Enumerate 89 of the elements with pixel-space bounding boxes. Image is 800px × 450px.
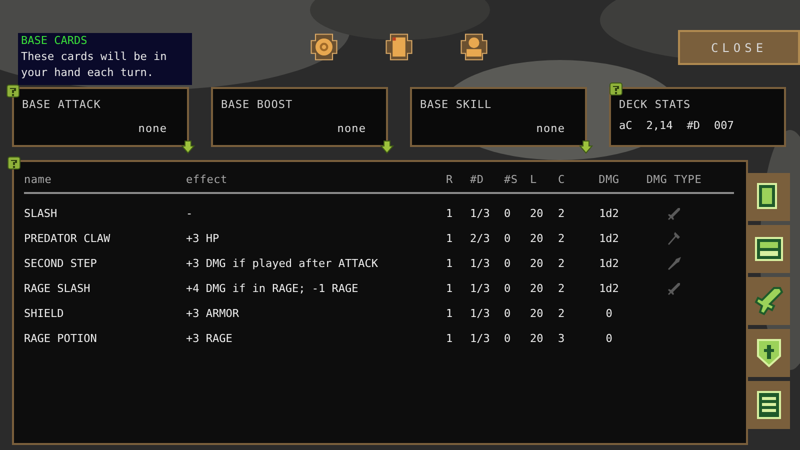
column-header: #S xyxy=(504,172,519,188)
hammer-icon xyxy=(666,231,682,247)
table-cell-text: 0 xyxy=(504,256,512,272)
slot-label: BASE BOOST xyxy=(221,97,294,113)
spear-icon xyxy=(666,256,682,272)
table-cell-text: 0 xyxy=(504,230,512,247)
table-cell-text: 20 xyxy=(530,280,544,297)
table-cell-text: 2 xyxy=(558,256,566,272)
deck-stat-text: aC xyxy=(619,118,632,134)
deck-stat-text: #D xyxy=(686,118,700,134)
sword-icon xyxy=(666,281,682,297)
table-cell-text: 1/3 xyxy=(470,330,491,347)
column-header: R xyxy=(446,172,454,188)
table-cell-text: 1/3 xyxy=(470,280,491,297)
help-icon[interactable] xyxy=(6,84,20,98)
deck-stat-text: 2,14 xyxy=(646,118,673,134)
tooltip-title: BASE CARDS xyxy=(21,33,88,49)
slot-value: none xyxy=(337,120,366,136)
deck-stats-title: DECK STATS xyxy=(619,97,692,113)
table-cell-text: 2/3 xyxy=(470,230,491,247)
table-cell-text: 1 xyxy=(446,230,454,247)
help-icon[interactable] xyxy=(609,82,623,96)
table-cell-text: 1/3 xyxy=(470,256,491,272)
table-cell-text: +3 RAGE xyxy=(186,330,234,347)
table-cell-text: 1d2 xyxy=(598,256,620,272)
slot-label: BASE SKILL xyxy=(420,97,493,113)
side-tab[interactable] xyxy=(748,381,790,429)
table-cell-text: 0 xyxy=(504,206,512,222)
slot-value: none xyxy=(138,120,167,136)
table-cell-text: 20 xyxy=(530,256,544,272)
table-cell-text: RAGE SLASH xyxy=(24,280,92,297)
table-cell-text: PREDATOR CLAW xyxy=(24,230,112,247)
table-cell-text: 0 xyxy=(504,280,512,297)
slot-label: BASE ATTACK xyxy=(22,97,102,113)
table-cell-text: +4 DMG if in RAGE; -1 RAGE xyxy=(186,280,360,297)
table-cell-text: SHIELD xyxy=(24,306,65,322)
down-arrow-icon[interactable] xyxy=(380,140,394,154)
table-cell-text: 1/3 xyxy=(470,206,491,222)
side-tab[interactable] xyxy=(748,329,790,377)
sword-icon xyxy=(666,206,682,222)
table-cell-text: 2 xyxy=(558,306,566,322)
table-cell-text: 2 xyxy=(558,206,566,222)
column-header: L xyxy=(530,172,538,188)
base-card-slot[interactable]: BASE BOOST none xyxy=(211,87,388,147)
table-cell-text: 1 xyxy=(446,330,454,347)
column-header: DMG xyxy=(598,172,620,188)
side-tab[interactable] xyxy=(748,277,790,325)
table-cell-text: 20 xyxy=(530,330,544,347)
table-cell-text: - xyxy=(186,206,194,222)
base-card-slot[interactable]: BASE ATTACK none xyxy=(12,87,189,147)
base-card-slot[interactable]: BASE SKILL none xyxy=(410,87,587,147)
column-header: effect xyxy=(186,172,228,188)
side-tab[interactable] xyxy=(748,173,790,221)
table-cell-text: 2 xyxy=(558,230,566,247)
down-arrow-icon[interactable] xyxy=(579,140,593,154)
table-cell-text: 1d2 xyxy=(598,206,620,222)
table-cell-text: 1d2 xyxy=(598,280,620,297)
table-cell-text: 1 xyxy=(446,306,454,322)
help-icon[interactable] xyxy=(7,156,21,170)
table-cell-text: RAGE POTION xyxy=(24,330,98,347)
table-cell-text: SLASH xyxy=(24,206,58,222)
deck-stat-text: 007 xyxy=(714,118,734,134)
column-header: name xyxy=(24,172,53,188)
table-cell-text: 1/3 xyxy=(470,306,491,322)
column-header: #D xyxy=(470,172,485,188)
table-cell-text: 3 xyxy=(558,330,566,347)
table-cell-text: 0 xyxy=(504,330,512,347)
table-cell-text: 1 xyxy=(446,256,454,272)
table-cell-text: 0 xyxy=(604,330,614,347)
down-arrow-icon[interactable] xyxy=(181,140,195,154)
slot-value: none xyxy=(536,120,565,136)
table-cell-text: +3 DMG if played after ATTACK xyxy=(186,256,380,272)
table-cell-text: +3 ARMOR xyxy=(186,306,240,322)
table-cell-text: 1 xyxy=(446,280,454,297)
table-cell-text: 0 xyxy=(604,306,614,322)
table-cell-text: 20 xyxy=(530,206,544,222)
table-cell-text: SECOND STEP xyxy=(24,256,98,272)
close-button[interactable]: CLOSE xyxy=(678,30,800,65)
table-cell-text: 20 xyxy=(530,306,544,322)
table-cell-text: 1 xyxy=(446,206,454,222)
table-cell-text: 1d2 xyxy=(598,230,620,247)
column-header: C xyxy=(558,172,566,188)
side-tab[interactable] xyxy=(748,225,790,273)
table-cell-text: 20 xyxy=(530,230,544,247)
column-header: DMG TYPE xyxy=(645,172,703,188)
table-cell-text: 0 xyxy=(504,306,512,322)
tooltip-text: These cards will be in your hand each turn. xyxy=(21,49,168,81)
table-cell-text: 2 xyxy=(558,280,566,297)
table-cell-text: +3 HP xyxy=(186,230,220,247)
